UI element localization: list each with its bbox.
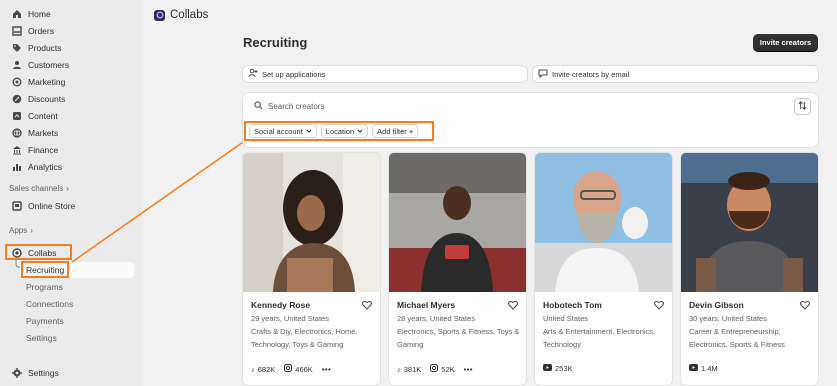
collabs-logo-icon [154, 9, 165, 21]
tiktok-icon: ♪ [397, 364, 401, 374]
app-title: Collabs [170, 9, 209, 21]
heart-icon[interactable] [654, 300, 664, 312]
search-icon [254, 101, 263, 112]
creator-photo [681, 153, 818, 292]
chevron-down-icon [357, 127, 363, 136]
creator-categories: Crafts & Diy, Electronics, Home, Technol… [251, 327, 358, 349]
app-header: Collabs [154, 9, 208, 21]
chevron-down-icon [306, 127, 312, 136]
creator-meta: 30 years, United States [689, 314, 767, 323]
setup-applications-button[interactable]: Set up applications [243, 66, 527, 82]
search-input[interactable]: Search creators [254, 101, 324, 112]
sort-icon [798, 101, 807, 112]
creator-card[interactable]: Michael Myers 28 years, United States El… [389, 153, 526, 385]
creator-stats: 1.4M [689, 364, 723, 373]
instagram-icon [284, 364, 293, 374]
creator-card[interactable]: Devin Gibson 30 years, United States Car… [681, 153, 818, 385]
creator-name[interactable]: Hobotech Tom [543, 300, 602, 310]
filter-location[interactable]: Location [320, 124, 369, 138]
heart-icon[interactable] [508, 300, 518, 312]
creator-photo [535, 153, 672, 292]
creator-photo [389, 153, 526, 292]
creator-meta: 28 years, United States [397, 314, 475, 323]
instagram-count: 52K [441, 364, 455, 374]
search-placeholder: Search creators [268, 102, 325, 111]
tiktok-icon: ♪ [251, 364, 255, 374]
add-filter-button[interactable]: Add filter + [372, 124, 419, 138]
creator-categories: Electronics, Sports & Fitness, Toys & Ga… [397, 327, 520, 349]
creator-name[interactable]: Kennedy Rose [251, 300, 310, 310]
creator-categories: Career & Entrepreneurship, Electronics, … [689, 327, 785, 349]
chat-icon [538, 68, 548, 80]
creator-categories: Arts & Entertainment, Electronics, Techn… [543, 327, 656, 349]
setup-applications-label: Set up applications [262, 69, 326, 79]
tiktok-count: 682K [257, 364, 276, 374]
page-title: Recruiting [243, 35, 308, 50]
creator-name[interactable]: Devin Gibson [689, 300, 744, 310]
instagram-icon [430, 364, 439, 374]
filter-social-label: Social account [254, 126, 303, 136]
youtube-icon [543, 364, 552, 373]
youtube-icon [689, 364, 698, 373]
creator-meta: 29 years, United States [251, 314, 329, 323]
instagram-count: 466K [295, 364, 313, 374]
creator-name[interactable]: Michael Myers [397, 300, 455, 310]
invite-creators-button[interactable]: Invite creators [753, 34, 818, 51]
more-options-icon[interactable]: ••• [464, 365, 473, 374]
invite-by-email-label: Invite creators by email [552, 69, 630, 79]
creator-stats: 253K [543, 364, 578, 373]
creator-card[interactable]: Kennedy Rose 29 years, United States Cra… [243, 153, 380, 385]
add-filter-label: Add filter + [377, 126, 414, 136]
filter-social-account[interactable]: Social account [249, 124, 317, 138]
filter-location-label: Location [325, 126, 355, 136]
more-options-icon[interactable]: ••• [322, 365, 331, 374]
filter-bar: Social account Location Add filter + [244, 121, 434, 141]
creator-stats: ♪ 381K 52K ••• [397, 364, 473, 374]
sort-button[interactable] [794, 98, 811, 115]
creator-card[interactable]: Hobotech Tom United States Arts & Entert… [535, 153, 672, 385]
invite-by-email-button[interactable]: Invite creators by email [533, 66, 818, 82]
creator-stats: ♪ 682K 466K ••• [251, 364, 331, 374]
heart-icon[interactable] [362, 300, 372, 312]
heart-icon[interactable] [800, 300, 810, 312]
tiktok-count: 381K [403, 364, 422, 374]
creator-meta: United States [543, 314, 589, 323]
youtube-count: 1.4M [701, 364, 718, 373]
add-person-icon [248, 68, 258, 80]
creator-photo [243, 153, 380, 292]
search-panel: Search creators Social account Location … [243, 93, 818, 147]
youtube-count: 253K [555, 364, 573, 373]
